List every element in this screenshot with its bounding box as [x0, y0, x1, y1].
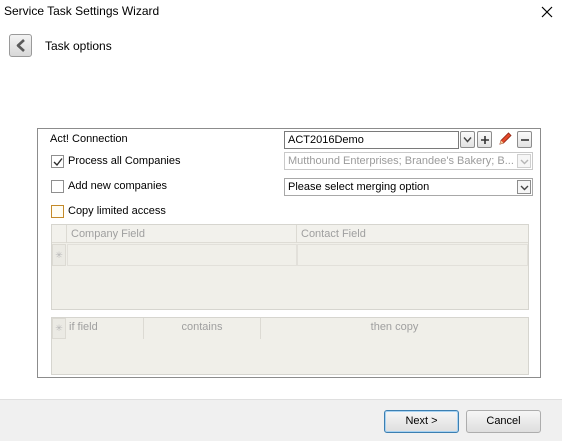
companies-value: Mutthound Enterprises; Brandee's Bakery;…	[288, 155, 514, 167]
rule-cell-then-copy[interactable]: then copy	[261, 318, 528, 339]
grid-cell[interactable]	[67, 244, 297, 266]
checkmark-icon	[53, 158, 63, 167]
process-all-label: Process all Companies	[68, 155, 181, 167]
merge-option-select[interactable]: Please select merging option	[284, 178, 533, 196]
add-new-companies-checkbox[interactable]	[51, 180, 64, 193]
field-mapping-grid: Company Field Contact Field ✳	[51, 224, 529, 310]
close-button[interactable]	[536, 2, 558, 22]
window-title: Service Task Settings Wizard	[4, 4, 160, 18]
rule-cell-contains[interactable]: contains	[144, 318, 261, 339]
connection-value: ACT2016Demo	[288, 134, 364, 146]
close-icon	[541, 6, 553, 18]
add-connection-button[interactable]	[477, 131, 492, 148]
field-mapping-header: Company Field Contact Field	[52, 225, 528, 243]
pencil-icon	[499, 132, 512, 145]
cancel-button[interactable]: Cancel	[466, 410, 541, 433]
column-header-company-field[interactable]: Company Field	[67, 225, 297, 243]
chevron-down-icon	[520, 185, 529, 191]
connection-label: Act! Connection	[50, 133, 128, 145]
companies-select[interactable]: Mutthound Enterprises; Brandee's Bakery;…	[284, 152, 533, 170]
next-button[interactable]: Next >	[384, 410, 459, 433]
new-row-indicator[interactable]: ✳	[52, 318, 66, 339]
connection-dropdown-button[interactable]	[460, 131, 475, 148]
process-all-checkbox[interactable]	[51, 155, 64, 168]
merge-dropdown-arrow[interactable]	[517, 180, 531, 194]
title-bar: Service Task Settings Wizard	[0, 0, 562, 26]
companies-dropdown-arrow[interactable]	[517, 154, 531, 168]
chevron-down-icon	[520, 159, 529, 165]
copy-limited-access-checkbox[interactable]	[51, 205, 64, 218]
copy-limited-access-label: Copy limited access	[68, 205, 166, 217]
new-row-indicator[interactable]: ✳	[52, 244, 66, 266]
chevron-down-icon	[463, 137, 472, 143]
add-new-companies-label: Add new companies	[68, 180, 168, 192]
wizard-footer: Next > Cancel	[0, 399, 562, 441]
merge-option-placeholder: Please select merging option	[288, 181, 430, 193]
remove-connection-button[interactable]	[517, 131, 532, 148]
copy-rules-grid: ✳ if field contains then copy	[51, 317, 529, 375]
rule-cell-if-field[interactable]: if field	[67, 318, 144, 339]
minus-icon	[521, 139, 529, 141]
header-corner	[52, 225, 67, 243]
page-title: Task options	[45, 39, 112, 53]
plus-icon	[481, 136, 489, 144]
connection-input[interactable]: ACT2016Demo	[284, 131, 459, 149]
grid-cell[interactable]	[297, 244, 528, 266]
back-button[interactable]	[9, 34, 32, 57]
edit-connection-button[interactable]	[496, 130, 514, 149]
column-header-contact-field[interactable]: Contact Field	[297, 225, 528, 243]
chevron-left-icon	[16, 39, 25, 52]
